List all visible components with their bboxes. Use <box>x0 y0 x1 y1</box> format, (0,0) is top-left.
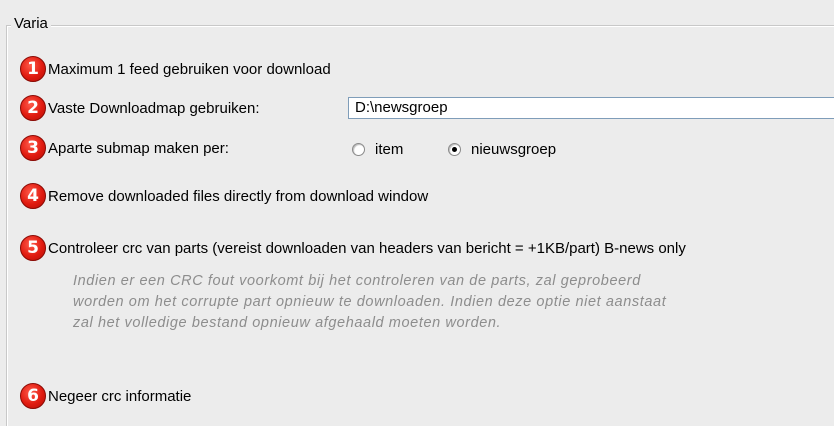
number-badge-2: 2 <box>20 95 46 121</box>
number-badge-5: 5 <box>20 235 46 261</box>
groupbox-title: Varia <box>11 15 51 32</box>
radio-button-selected[interactable] <box>448 143 461 156</box>
crc-description-line: worden om het corrupte part opnieuw te d… <box>73 294 667 310</box>
number-badge-4: 4 <box>20 183 46 209</box>
radio-item[interactable]: item <box>352 141 403 158</box>
option-label: Maximum 1 feed gebruiken voor download <box>48 60 331 78</box>
option-ignore-crc[interactable]: 6 Negeer crc informatie <box>20 383 191 409</box>
option-label: Negeer crc informatie <box>48 387 192 405</box>
download-folder-input[interactable]: D:\newsgroep <box>348 97 834 119</box>
crc-description-line: zal het volledige bestand opnieuw afgeha… <box>73 315 502 331</box>
option-submap: 3 Aparte submap maken per: <box>20 135 229 161</box>
varia-groupbox <box>6 25 834 426</box>
radio-button[interactable] <box>352 143 365 156</box>
option-label: Aparte submap maken per: <box>48 139 229 157</box>
radio-label: item <box>375 141 404 158</box>
number-badge-6: 6 <box>20 383 46 409</box>
radio-nieuwsgroep[interactable]: nieuwsgroep <box>448 141 556 158</box>
number-badge-3: 3 <box>20 135 46 161</box>
crc-description: Indien er een CRC fout voorkomt bij het … <box>73 271 833 334</box>
option-remove-downloaded[interactable]: 4 Remove downloaded files directly from … <box>20 183 428 209</box>
option-label: Vaste Downloadmap gebruiken: <box>48 99 260 117</box>
option-check-crc[interactable]: 5 Controleer crc van parts (vereist down… <box>20 235 686 261</box>
number-badge-1: 1 <box>20 56 46 82</box>
option-label: Remove downloaded files directly from do… <box>48 187 429 205</box>
option-label: Controleer crc van parts (vereist downlo… <box>48 239 686 257</box>
option-download-folder[interactable]: 2 Vaste Downloadmap gebruiken: <box>20 95 260 121</box>
crc-description-line: Indien er een CRC fout voorkomt bij het … <box>73 273 641 289</box>
radio-label: nieuwsgroep <box>471 141 557 158</box>
option-max-feed[interactable]: 1 Maximum 1 feed gebruiken voor download <box>20 56 331 82</box>
